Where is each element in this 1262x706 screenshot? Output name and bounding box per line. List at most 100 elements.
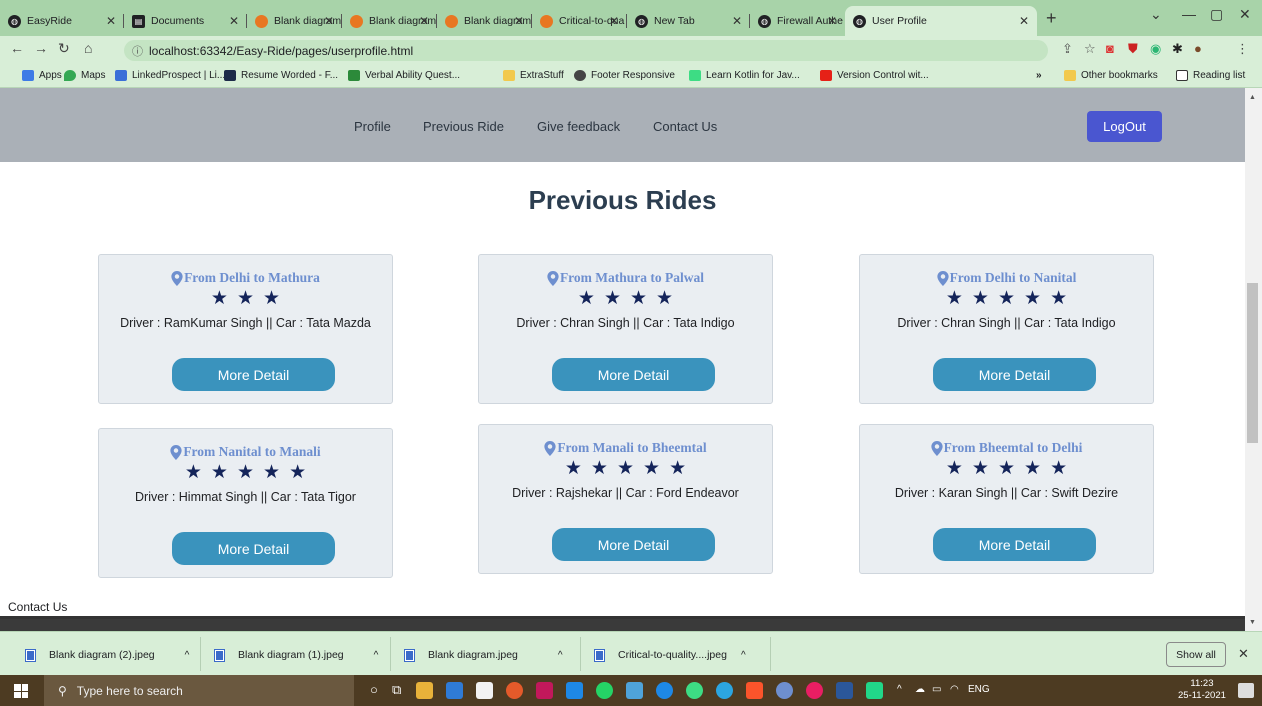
store-icon[interactable] (476, 682, 493, 699)
maximize-button[interactable]: ▢ (1210, 6, 1223, 23)
powerpoint-icon[interactable] (536, 682, 553, 699)
scrollbar-thumb[interactable] (1247, 283, 1258, 443)
chrome-icon[interactable] (506, 682, 523, 699)
minimize-button[interactable]: — (1182, 6, 1196, 22)
close-icon[interactable]: ✕ (324, 14, 334, 28)
chevron-up-icon[interactable]: ^ (185, 650, 190, 661)
tab-easyride[interactable]: ◍ EasyRide ✕ (0, 6, 124, 36)
notification-icon[interactable] (1238, 683, 1254, 698)
nav-profile[interactable]: Profile (354, 119, 391, 134)
more-detail-button[interactable]: More Detail (172, 358, 335, 391)
tab-blank-diagram-2[interactable]: Blank diagram ✕ (342, 6, 437, 36)
mail-icon[interactable] (446, 682, 463, 699)
close-icon[interactable]: ✕ (229, 14, 239, 28)
more-detail-button[interactable]: More Detail (172, 532, 335, 565)
grammarly-icon[interactable]: ◉ (1150, 41, 1161, 57)
nav-give-feedback[interactable]: Give feedback (537, 119, 620, 134)
bookmark-learn-kotlin[interactable]: Learn Kotlin for Jav... (689, 70, 800, 81)
download-item[interactable]: Critical-to-quality....jpeg ^ (594, 648, 746, 662)
whatsapp-icon[interactable] (596, 682, 613, 699)
download-item[interactable]: Blank diagram (1).jpeg ^ (214, 648, 379, 662)
share-icon[interactable]: ⇪ (1062, 41, 1073, 57)
logout-button[interactable]: LogOut (1087, 111, 1162, 142)
extensions-icon[interactable]: ✱ (1172, 41, 1183, 57)
reading-list[interactable]: Reading list (1176, 70, 1245, 81)
android-studio-icon[interactable] (626, 682, 643, 699)
vscode-icon[interactable] (566, 682, 583, 699)
close-icon[interactable]: ✕ (609, 14, 619, 28)
new-tab-button[interactable]: + (1046, 8, 1057, 29)
close-icon[interactable]: ✕ (827, 14, 837, 28)
close-icon[interactable]: ✕ (514, 14, 524, 28)
tab-blank-diagram-3[interactable]: Blank diagram ✕ (437, 6, 532, 36)
download-item[interactable]: Blank diagram (2).jpeg ^ (25, 648, 190, 662)
avatar[interactable]: ● (1194, 41, 1202, 56)
tab-blank-diagram-1[interactable]: Blank diagram ✕ (247, 6, 342, 36)
reload-icon[interactable]: ↻ (58, 40, 70, 57)
close-icon[interactable]: ✕ (1019, 14, 1029, 28)
star-icon[interactable]: ☆ (1084, 41, 1096, 57)
system-clock[interactable]: 11:23 25-11-2021 (1178, 678, 1226, 702)
wifi-icon[interactable]: ◠ (950, 684, 959, 695)
taskbar-search[interactable]: ⚲ Type here to search (44, 675, 354, 706)
chevron-up-icon[interactable]: ^ (374, 650, 379, 661)
bookmark-maps[interactable]: Maps (64, 70, 105, 81)
footer-contact-link[interactable]: Contact Us (8, 600, 67, 614)
tab-firewall[interactable]: ◍ Firewall Authe ✕ (750, 6, 845, 36)
file-explorer-icon[interactable] (416, 682, 433, 699)
chevron-up-icon[interactable]: ^ (741, 650, 746, 661)
onedrive-icon[interactable]: ☁ (915, 684, 925, 695)
slack-icon[interactable] (806, 682, 823, 699)
close-icon[interactable]: ✕ (1238, 646, 1249, 662)
cortana-icon[interactable]: ○ (370, 682, 378, 697)
menu-icon[interactable]: ⋮ (1236, 41, 1249, 57)
url-field[interactable]: ⓘ localhost:63342/Easy-Ride/pages/userpr… (124, 40, 1048, 61)
chevron-down-icon[interactable]: ⌄ (1150, 6, 1162, 23)
r-studio-icon[interactable] (776, 682, 793, 699)
bookmark-apps[interactable]: Apps (22, 70, 62, 81)
nav-contact-us[interactable]: Contact Us (653, 119, 717, 134)
bookmark-footer-responsive[interactable]: Footer Responsive (574, 70, 675, 81)
windows-start-icon[interactable] (14, 684, 28, 698)
task-view-icon[interactable]: ⧉ (392, 682, 401, 698)
webstorm-icon[interactable] (866, 682, 883, 699)
language-indicator[interactable]: ENG (968, 684, 990, 695)
close-icon[interactable]: ✕ (732, 14, 742, 28)
more-detail-button[interactable]: More Detail (933, 528, 1096, 561)
scroll-up-arrow-icon[interactable]: ▲ (1249, 94, 1256, 101)
android-icon[interactable] (686, 682, 703, 699)
bookmark-version-control[interactable]: Version Control wit... (820, 70, 929, 81)
more-detail-button[interactable]: More Detail (933, 358, 1096, 391)
word-icon[interactable] (836, 682, 853, 699)
telegram-icon[interactable] (716, 682, 733, 699)
more-detail-button[interactable]: More Detail (552, 528, 715, 561)
pocket-icon[interactable]: ◙ (1106, 41, 1114, 56)
bookmark-verbal-ability[interactable]: Verbal Ability Quest... (348, 70, 460, 81)
home-icon[interactable]: ⌂ (84, 40, 92, 56)
chevron-up-icon[interactable]: ^ (897, 684, 902, 695)
tab-documents[interactable]: ▤ Documents ✕ (124, 6, 247, 36)
bookmark-linkedprospect[interactable]: LinkedProspect | Li... (115, 70, 225, 81)
tab-critical-to-quality[interactable]: Critical-to-qua ✕ (532, 6, 627, 36)
bookmark-resume-worded[interactable]: Resume Worded - F... (224, 70, 338, 81)
close-icon[interactable]: ✕ (419, 14, 429, 28)
ublock-icon[interactable]: ⛊ (1128, 41, 1138, 57)
download-item[interactable]: Blank diagram.jpeg ^ (404, 648, 563, 662)
forward-arrow-icon[interactable]: → (34, 40, 48, 56)
bookmark-extrastuff[interactable]: ExtraStuff (503, 70, 564, 81)
tab-user-profile[interactable]: ◍ User Profile ✕ (845, 6, 1037, 36)
battery-icon[interactable]: ▭ (932, 684, 941, 695)
back-arrow-icon[interactable]: ← (10, 40, 24, 56)
tab-new-tab[interactable]: ◍ New Tab ✕ (627, 6, 750, 36)
other-bookmarks[interactable]: Other bookmarks (1064, 70, 1158, 81)
scroll-down-arrow-icon[interactable]: ▼ (1249, 619, 1256, 626)
bookmarks-overflow[interactable]: » (1036, 70, 1042, 81)
brave-icon[interactable] (746, 682, 763, 699)
nav-previous-ride[interactable]: Previous Ride (423, 119, 504, 134)
close-icon[interactable]: ✕ (106, 14, 116, 28)
show-all-button[interactable]: Show all (1166, 642, 1226, 667)
more-detail-button[interactable]: More Detail (552, 358, 715, 391)
app-icon[interactable] (656, 682, 673, 699)
chevron-up-icon[interactable]: ^ (558, 650, 563, 661)
close-window-button[interactable]: ✕ (1239, 6, 1251, 23)
